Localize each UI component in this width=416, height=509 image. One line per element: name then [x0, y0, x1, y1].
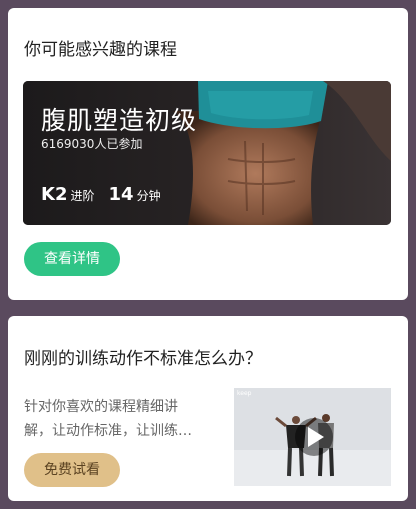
- level-value: K2: [41, 184, 68, 205]
- free-trial-button[interactable]: 免费试看: [24, 453, 120, 487]
- help-card-title: 刚刚的训练动作不标准怎么办？: [24, 349, 262, 369]
- duration-label: 分钟: [136, 189, 161, 203]
- video-thumbnail[interactable]: keep: [234, 388, 391, 486]
- course-meta: K2 进阶 14 分钟: [41, 184, 175, 205]
- video-thumbnail-image: [234, 388, 391, 486]
- duration-value: 14: [108, 184, 134, 205]
- help-description: 针对你喜欢的课程精细讲 解，让动作标准，让训练…: [24, 395, 214, 443]
- participant-count: 6169030人已参加: [41, 137, 143, 151]
- course-banner[interactable]: 腹肌塑造初级 6169030人已参加 K2 进阶 14 分钟: [23, 81, 391, 225]
- course-name: 腹肌塑造初级: [41, 106, 198, 135]
- recommend-card-title: 你可能感兴趣的课程: [24, 40, 177, 60]
- view-details-button[interactable]: 查看详情: [24, 242, 120, 276]
- video-watermark: keep: [237, 390, 252, 397]
- description-line: 针对你喜欢的课程精细讲: [24, 399, 178, 415]
- training-help-card: 刚刚的训练动作不标准怎么办？ 针对你喜欢的课程精细讲 解，让动作标准，让训练… …: [8, 316, 408, 501]
- recommended-course-card: 你可能感兴趣的课程 腹肌塑造初级 6169030人已参加 K2 进阶 14 分钟…: [8, 8, 408, 300]
- level-label: 进阶: [70, 189, 95, 203]
- description-line: 解，让动作标准，让训练…: [24, 423, 192, 439]
